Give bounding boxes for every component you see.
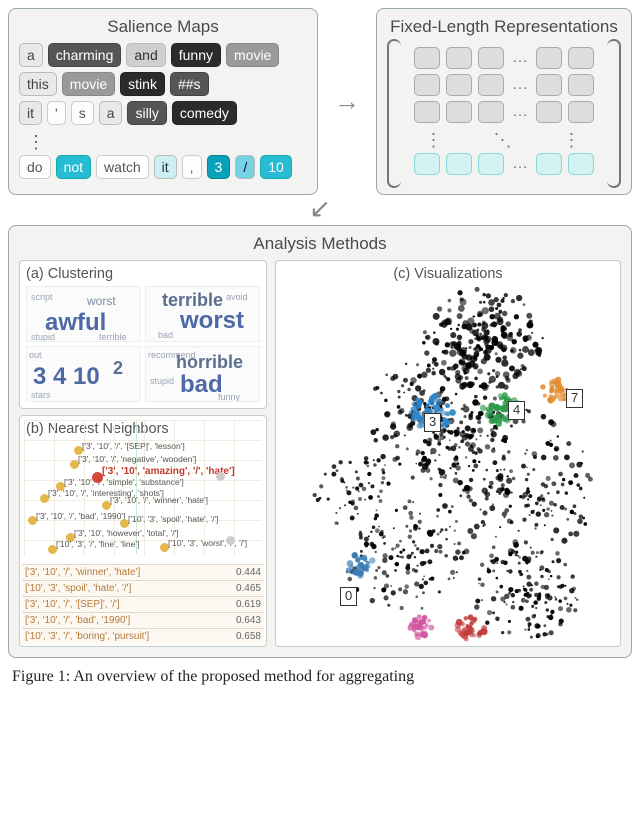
token: ': [47, 101, 66, 125]
wordcloud-word: funny: [218, 393, 240, 402]
salience-row: acharmingandfunnymovie: [19, 43, 307, 67]
salience-row: it'sasillycomedy: [19, 101, 307, 125]
clustering-title: (a) Clustering: [26, 266, 260, 282]
token: do: [19, 155, 51, 179]
cluster-label: 4: [508, 401, 525, 420]
nn-table-row: ['3', '10', '/', '[SEP]', '/']0.619: [22, 596, 264, 612]
salience-row: thismoviestink##s: [19, 72, 307, 96]
token: 10: [260, 155, 292, 179]
token: charming: [48, 43, 122, 67]
clustering-box: (a) Clustering awfulworstscriptterribles…: [19, 260, 267, 409]
nn-point-label: ['3', '10', '/', 'winner', 'hate']: [110, 495, 208, 505]
token: a: [19, 43, 43, 67]
nearest-neighbors-box: (b) Nearest Neighbors ['3', '10', '/', '…: [19, 415, 267, 647]
nn-point: [216, 472, 225, 481]
salience-title: Salience Maps: [19, 17, 307, 37]
wordcloud-word: 2: [113, 359, 123, 377]
nn-point-label: ['10', '3', '/', 'fine', 'line']: [56, 539, 139, 549]
wordcloud: badhorriblerecommendfunnystupid: [145, 346, 260, 402]
token: /: [235, 155, 255, 179]
wordcloud-word: stupid: [150, 377, 174, 386]
token: ##s: [170, 72, 209, 96]
cluster-label: 0: [340, 587, 357, 606]
representations-title: Fixed-Length Representations: [387, 17, 621, 37]
wordcloud-word: terrible: [99, 333, 127, 342]
figure-caption: Figure 1: An overview of the proposed me…: [8, 658, 632, 686]
token: silly: [127, 101, 166, 125]
viz-title: (c) Visualizations: [393, 266, 502, 282]
nn-table-row: ['10', '3', '/', 'boring', 'pursuit']0.6…: [22, 628, 264, 644]
nn-point-label: ['3', '10', 'however', 'total', '/']: [74, 528, 179, 538]
token: movie: [226, 43, 279, 67]
wordcloud: worstterribleavoid bad: [145, 286, 260, 342]
wordcloud: awfulworstscriptterriblestupid: [26, 286, 141, 342]
nn-point-label: ['10', '3', 'worst', '/', '/']: [168, 538, 247, 548]
token: and: [126, 43, 165, 67]
scatter-plot: [276, 261, 620, 646]
wordcloud: 34 10 2 out stars: [26, 346, 141, 402]
nn-point-label: ['3', '10', '/', 'simple', 'substance']: [64, 477, 184, 487]
wordcloud-word: out: [29, 351, 42, 360]
token: not: [56, 155, 91, 179]
wordcloud-word: stupid: [31, 333, 55, 342]
salience-row: donotwatchit,3/10: [19, 155, 307, 179]
nn-point-label: ['3', '10', '/', 'bad', '1990']: [36, 511, 125, 521]
wordcloud-word: 4: [53, 365, 66, 389]
wordcloud-word: stars: [31, 391, 51, 400]
representations-panel: Fixed-Length Representations … … … ⋮ ⋱ ⋮…: [376, 8, 632, 195]
wordcloud-word: worst: [180, 309, 244, 333]
nn-point-label: ['3', '10', '/', 'negative', 'wooden']: [78, 454, 196, 464]
wordcloud-word: script: [31, 293, 53, 302]
token: watch: [96, 155, 149, 179]
token: movie: [62, 72, 115, 96]
cluster-label: 7: [566, 389, 583, 408]
wordcloud-word: 10: [73, 365, 100, 389]
salience-maps-panel: Salience Maps acharmingandfunnymoviethis…: [8, 8, 318, 195]
token: it: [19, 101, 42, 125]
arrow-down-icon: ↙: [8, 193, 632, 223]
token: 3: [207, 155, 231, 179]
wordcloud-word: recommend: [148, 351, 196, 360]
nn-table-row: ['3', '10', '/', 'winner', 'hate']0.444: [22, 564, 264, 580]
token: comedy: [172, 101, 237, 125]
wordcloud-word: bad: [180, 373, 223, 397]
wordcloud-word: bad: [158, 331, 173, 340]
token: s: [71, 101, 94, 125]
arrow-right-icon: →: [328, 8, 366, 195]
wordcloud-word: terrible: [162, 291, 223, 309]
wordcloud-word: worst: [87, 295, 116, 307]
wordcloud-word: avoid: [226, 293, 248, 302]
token: a: [99, 101, 123, 125]
visualizations-box: (c) Visualizations 743021: [275, 260, 621, 647]
analysis-methods-panel: Analysis Methods (a) Clustering awfulwor…: [8, 225, 632, 658]
matrix: … … … ⋮ ⋱ ⋮ …: [387, 43, 621, 184]
token: ,: [182, 155, 202, 179]
wordcloud-word: 3: [33, 365, 46, 389]
nn-point-label: ['10', '3', 'spoil', 'hate', '/']: [128, 514, 218, 524]
token: stink: [120, 72, 165, 96]
analysis-title: Analysis Methods: [19, 234, 621, 254]
nn-table-row: ['10', '3', 'spoil', 'hate', '/']0.465: [22, 580, 264, 596]
nn-point-label: ['3', '10', '/', '[SEP]', 'lesson']: [82, 441, 185, 451]
token: funny: [171, 43, 221, 67]
token: this: [19, 72, 57, 96]
token: it: [154, 155, 177, 179]
cluster-label: 3: [424, 413, 441, 432]
nn-table-row: ['3', '10', '/', 'bad', '1990']0.643: [22, 612, 264, 628]
